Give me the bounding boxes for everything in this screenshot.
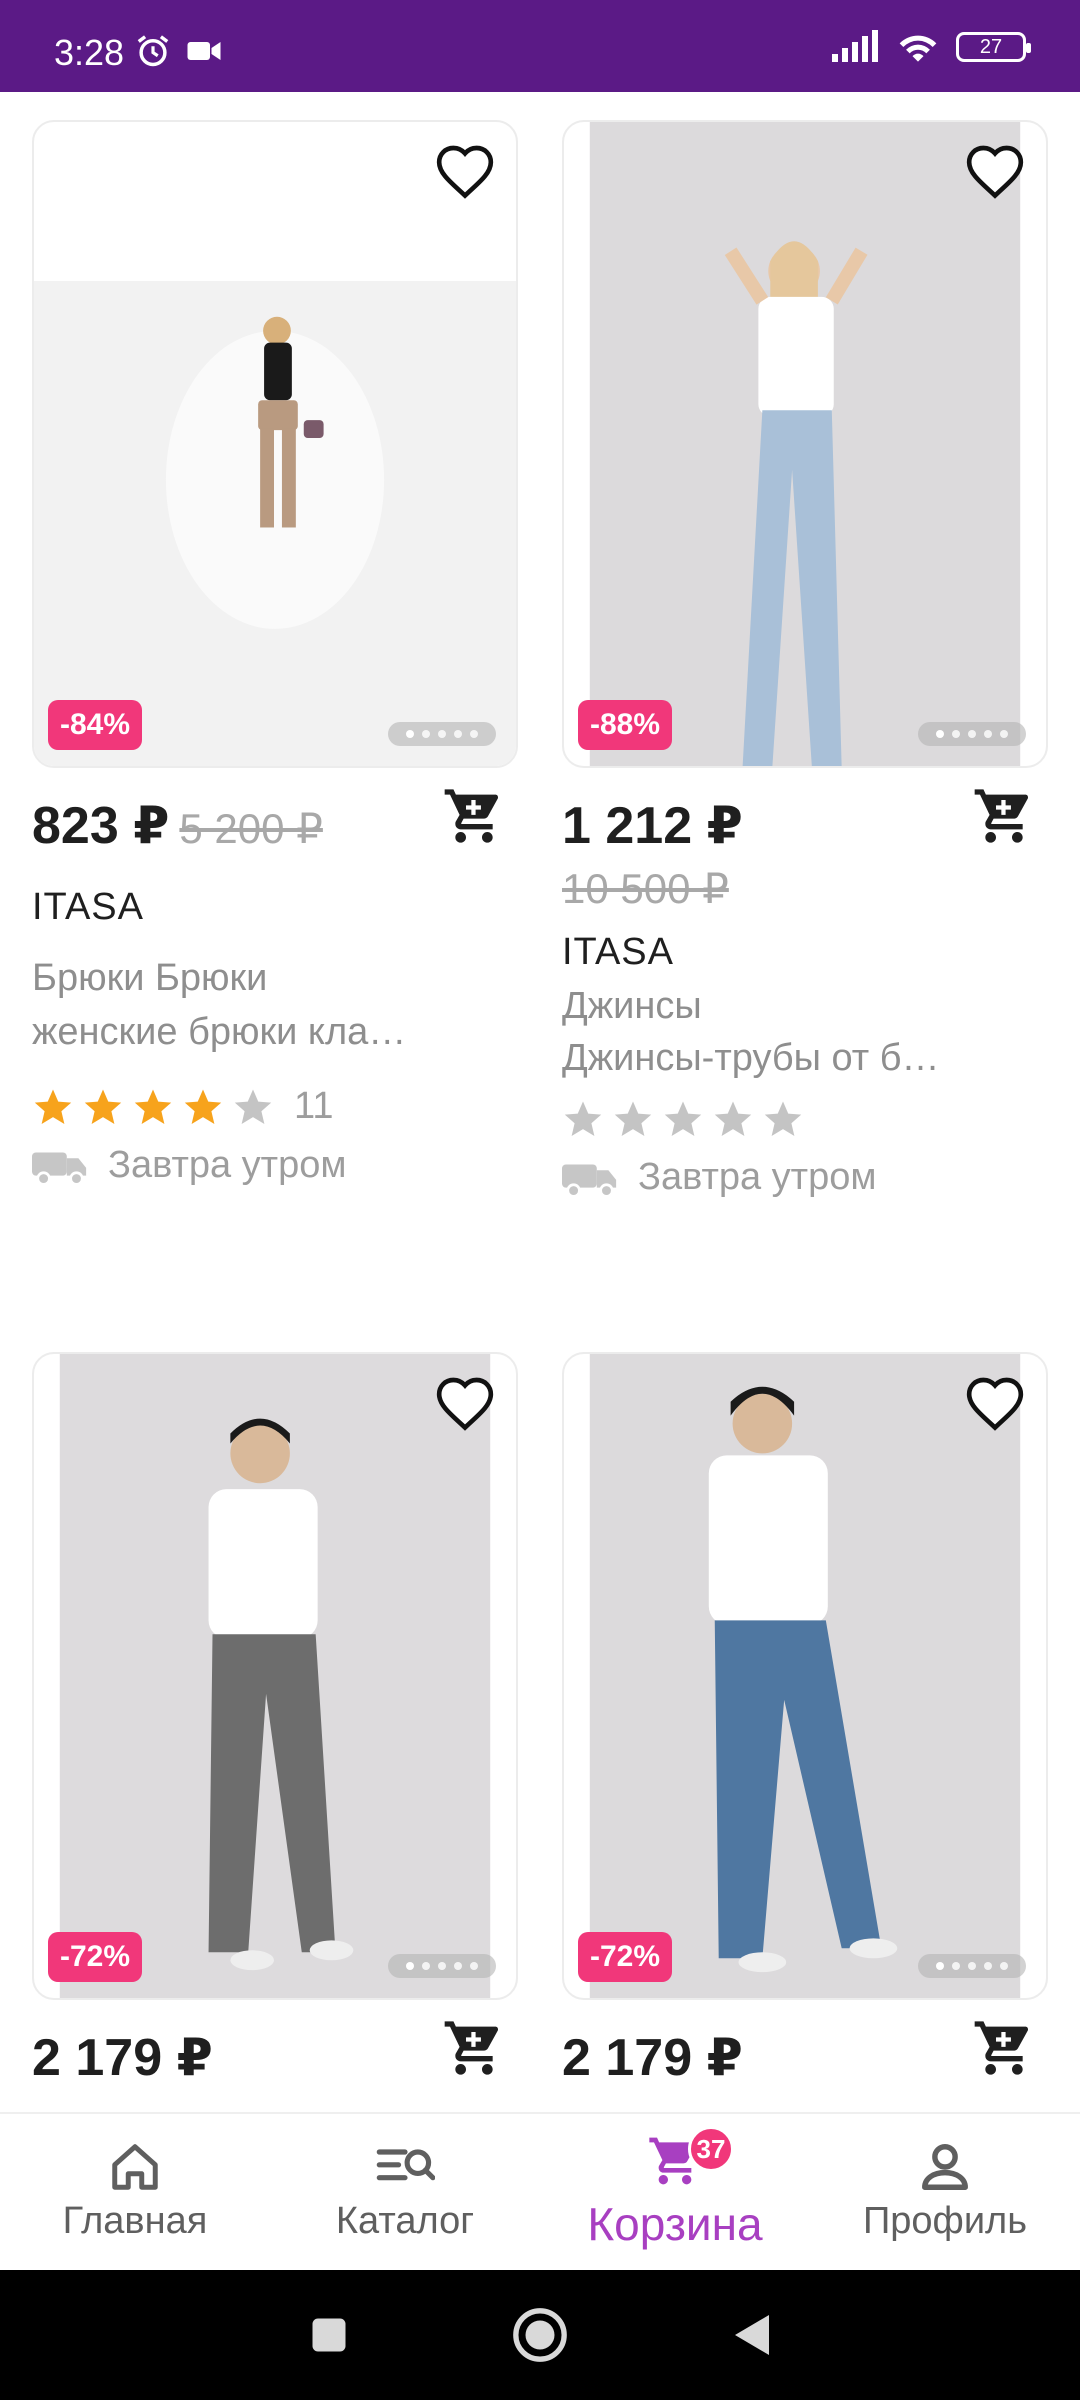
video-camera-icon	[187, 42, 221, 60]
system-navigation-bar	[0, 2270, 1080, 2400]
rating-stars	[562, 1098, 1048, 1140]
star-icon	[714, 1101, 752, 1136]
product-image[interactable]: -88%	[562, 120, 1048, 768]
product-grid[interactable]: -84% 823 ₽5 200 ₽ ITASA Брюки Брюки женс…	[0, 92, 1080, 2112]
brand-name: ITASA	[562, 931, 674, 973]
back-triangle-icon[interactable]	[729, 2311, 773, 2359]
product-image[interactable]: -72%	[32, 1352, 518, 2000]
product-card[interactable]: -72% 2 179 ₽	[562, 1352, 1048, 2100]
star-icon	[84, 1089, 122, 1124]
add-to-cart-icon[interactable]	[442, 784, 506, 848]
star-icon	[664, 1101, 702, 1136]
favorite-heart-icon[interactable]	[964, 142, 1026, 200]
delivery-info: Завтра утром	[562, 1156, 1048, 1199]
status-bar: 3:28 27	[0, 0, 1080, 92]
status-time: 3:28	[54, 32, 125, 73]
old-price: 10 500 ₽	[562, 865, 729, 912]
price: 1 212 ₽	[562, 797, 743, 855]
signal-icon	[832, 30, 878, 62]
description-line: Джинсы	[562, 985, 702, 1027]
battery-icon: 27	[956, 32, 1031, 62]
description-line: Брюки Брюки	[32, 957, 268, 999]
old-price: 5 200 ₽	[179, 805, 323, 852]
product-photo	[564, 1354, 1046, 1998]
nav-item-catalog[interactable]: Каталог	[270, 2114, 540, 2270]
brand-name: ITASA	[32, 886, 144, 928]
description-line: Джинсы-трубы от б…	[562, 1037, 940, 1079]
add-to-cart-icon[interactable]	[972, 784, 1036, 848]
image-pager-dots[interactable]	[918, 1954, 1026, 1978]
product-card[interactable]: -88% 1 212 ₽ 10 500 ₽ ITASA Джинсы Джинс…	[562, 120, 1048, 1199]
product-image[interactable]: -72%	[562, 1352, 1048, 2000]
nav-item-home[interactable]: Главная	[0, 2114, 270, 2270]
star-icon	[234, 1089, 272, 1124]
discount-badge: -72%	[48, 1932, 143, 1982]
home-circle-icon[interactable]	[511, 2306, 569, 2364]
price: 2 179 ₽	[562, 2029, 743, 2087]
description-line: женские брюки кла…	[32, 1011, 407, 1053]
delivery-text: Завтра утром	[108, 1144, 347, 1186]
product-image[interactable]: -84%	[32, 120, 518, 768]
delivery-info: Завтра утром	[32, 1144, 518, 1187]
price: 823 ₽	[32, 797, 170, 855]
product-description[interactable]: Джинсы Джинсы-трубы от б…	[562, 980, 1048, 1084]
bottom-navigation: Главная Каталог 37 Корзина Профиль	[0, 2112, 1080, 2270]
favorite-heart-icon[interactable]	[434, 142, 496, 200]
rating-stars: 11	[32, 1085, 518, 1128]
product-card[interactable]: -84% 823 ₽5 200 ₽ ITASA Брюки Брюки женс…	[32, 120, 518, 1187]
price: 2 179 ₽	[32, 2029, 213, 2087]
home-icon	[112, 2143, 158, 2190]
product-description[interactable]: Брюки Брюки женские брюки кла…	[32, 951, 518, 1059]
profile-icon	[922, 2143, 968, 2190]
discount-badge: -72%	[578, 1932, 673, 1982]
catalog-search-icon	[376, 2148, 435, 2180]
wifi-icon	[899, 35, 937, 62]
star-icon	[134, 1089, 172, 1124]
add-to-cart-icon[interactable]	[972, 2016, 1036, 2080]
review-count: 11	[294, 1085, 334, 1127]
image-pager-dots[interactable]	[388, 722, 496, 746]
nav-label: Каталог	[335, 2199, 475, 2242]
nav-label: Профиль	[862, 2199, 1028, 2242]
star-icon	[184, 1089, 222, 1124]
favorite-heart-icon[interactable]	[434, 1374, 496, 1432]
discount-badge: -88%	[578, 700, 673, 750]
nav-item-cart[interactable]: 37 Корзина	[540, 2114, 810, 2270]
nav-label: Корзина	[587, 2198, 763, 2250]
recents-square-icon[interactable]	[307, 2313, 351, 2357]
cart-count-badge: 37	[688, 2126, 734, 2172]
product-card[interactable]: -72% 2 179 ₽	[32, 1352, 518, 2100]
star-icon	[614, 1101, 652, 1136]
star-icon	[34, 1089, 72, 1124]
nav-label: Главная	[62, 2199, 208, 2242]
battery-level: 27	[979, 35, 1003, 58]
delivery-truck-icon	[32, 1151, 87, 1186]
product-photo	[34, 281, 516, 766]
product-photo	[564, 122, 1046, 766]
product-photo	[34, 1354, 516, 1998]
delivery-text: Завтра утром	[638, 1156, 877, 1198]
image-pager-dots[interactable]	[388, 1954, 496, 1978]
favorite-heart-icon[interactable]	[964, 1374, 1026, 1432]
nav-item-profile[interactable]: Профиль	[810, 2114, 1080, 2270]
star-icon	[764, 1101, 802, 1136]
add-to-cart-icon[interactable]	[442, 2016, 506, 2080]
alarm-icon	[137, 35, 169, 67]
discount-badge: -84%	[48, 700, 143, 750]
delivery-truck-icon	[562, 1163, 617, 1198]
star-icon	[564, 1101, 602, 1136]
image-pager-dots[interactable]	[918, 722, 1026, 746]
